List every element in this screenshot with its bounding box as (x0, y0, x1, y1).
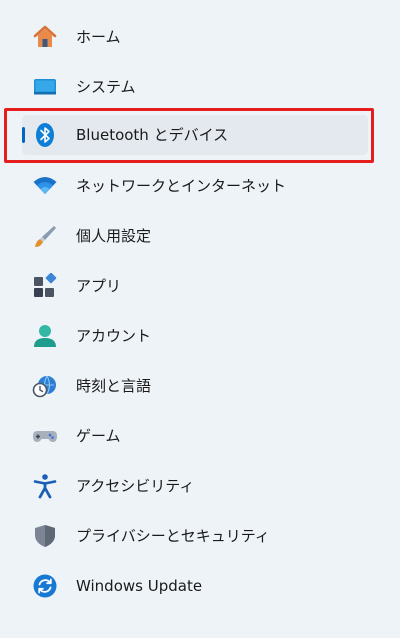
nav-item-apps[interactable]: アプリ (22, 266, 368, 306)
nav-item-label: アクセシビリティ (76, 477, 195, 495)
apps-icon (32, 273, 58, 299)
system-icon (32, 74, 58, 100)
nav-item-network[interactable]: ネットワークとインターネット (22, 166, 368, 206)
home-icon (32, 24, 58, 50)
accessibility-icon (32, 473, 58, 499)
nav-item-label: プライバシーとセキュリティ (76, 527, 270, 545)
nav-item-label: 時刻と言語 (76, 377, 152, 395)
nav-item-system[interactable]: システム (22, 67, 368, 107)
nav-item-gaming[interactable]: ゲーム (22, 416, 368, 456)
nav-item-personalization[interactable]: 個人用設定 (22, 216, 368, 256)
nav-item-home[interactable]: ホーム (22, 17, 368, 57)
nav-item-label: ゲーム (76, 427, 121, 445)
shield-icon (32, 523, 58, 549)
nav-item-label: アカウント (76, 327, 152, 345)
nav-item-label: ネットワークとインターネット (76, 177, 287, 195)
nav-item-windows-update[interactable]: Windows Update (22, 566, 368, 606)
nav-item-label: 個人用設定 (76, 227, 152, 245)
update-icon (32, 573, 58, 599)
nav-item-accessibility[interactable]: アクセシビリティ (22, 466, 368, 506)
time-language-icon (32, 373, 58, 399)
nav-item-accounts[interactable]: アカウント (22, 316, 368, 356)
nav-item-label: アプリ (76, 277, 122, 295)
brush-icon (32, 223, 58, 249)
nav-item-label: システム (76, 78, 136, 96)
account-icon (32, 323, 58, 349)
selection-indicator (22, 127, 25, 143)
wifi-icon (32, 173, 58, 199)
nav-item-bluetooth-devices[interactable]: Bluetooth とデバイス (22, 115, 368, 155)
nav-item-privacy-security[interactable]: プライバシーとセキュリティ (22, 516, 368, 556)
nav-item-label: ホーム (76, 28, 121, 46)
gamepad-icon (32, 423, 58, 449)
nav-item-time-language[interactable]: 時刻と言語 (22, 366, 368, 406)
nav-item-label: Windows Update (76, 577, 203, 595)
bluetooth-icon (32, 122, 58, 148)
nav-item-label: Bluetooth とデバイス (76, 126, 229, 144)
settings-nav: ホーム システム Bluetooth とデバイス ネットワークとインターネット … (0, 0, 400, 638)
